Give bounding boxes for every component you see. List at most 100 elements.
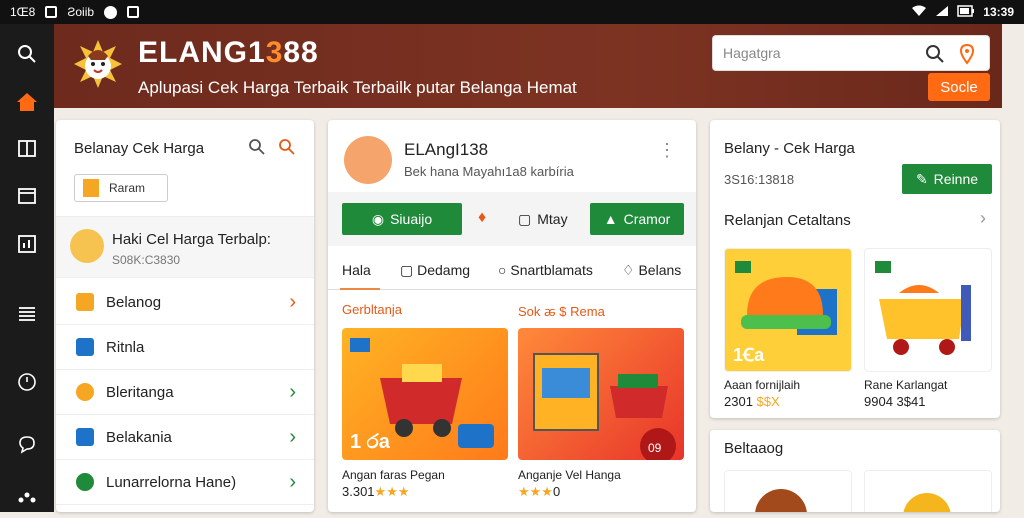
tab-hala[interactable]: Hala <box>340 262 380 290</box>
nav-rail <box>0 24 54 512</box>
tab-dedamg[interactable]: ▢ Dedamg <box>400 262 470 279</box>
chart-icon[interactable] <box>0 224 54 264</box>
reinne-button[interactable]: ✎ Reinne <box>902 164 992 194</box>
more-dots-icon[interactable] <box>0 478 54 518</box>
avatar <box>70 229 104 263</box>
left-panel-title: Belanay Cek Harga <box>74 140 205 157</box>
menu-item-bleritanga[interactable]: Bleritanga › <box>56 370 314 415</box>
card-title: Angan faras Pegan <box>342 468 445 482</box>
product-card[interactable] <box>724 470 852 512</box>
compare-button[interactable]: ▲ Cramor <box>590 203 684 235</box>
menu-label: Lunarrelorna Hane) <box>106 473 237 491</box>
profile-row[interactable]: Haki Cel Harga Terbalp: S08K:C3830 <box>56 216 314 278</box>
product-name: Aaan fornijlaih <box>724 378 801 392</box>
avatar <box>344 136 392 184</box>
product-card[interactable] <box>864 248 992 372</box>
tab-bar: Hala ▢ Dedamg ○ Snartblamats ♢ Belans <box>328 252 696 290</box>
kebab-menu-icon[interactable]: ⋮ <box>658 140 676 161</box>
product-badge: 1Ꞓa <box>733 345 765 365</box>
bottom-right-panel: Beltaaog <box>710 430 1000 512</box>
location-pin-icon[interactable] <box>955 42 979 66</box>
filter-chip[interactable]: Raram <box>74 174 168 202</box>
price-suffix: 3$41 <box>896 394 926 409</box>
wifi-icon <box>911 5 927 20</box>
tab-snartblamats[interactable]: ○ Snartblamats <box>498 262 593 278</box>
square-icon: ▢ <box>400 262 418 278</box>
shop-icon <box>76 293 94 311</box>
clock-icon[interactable] <box>0 362 54 402</box>
chevron-right-icon[interactable]: › <box>980 208 986 229</box>
chat-icon[interactable] <box>0 424 54 464</box>
menu-label: Belakania <box>106 428 172 446</box>
profile-sub: S08K:C3830 <box>112 253 181 267</box>
tab-belans[interactable]: ♢ Belans <box>622 262 681 279</box>
leaf-icon <box>76 473 94 491</box>
product-image[interactable]: 09 <box>518 328 684 460</box>
right-panel-code: 3S16:13818 <box>724 172 795 187</box>
rating-suffix: 0 <box>552 484 561 499</box>
product-image[interactable]: 1 රa <box>342 328 508 460</box>
product-card[interactable] <box>864 470 992 512</box>
rating-stars: ★★★ <box>518 484 553 499</box>
product-price: 2301 $$X <box>724 394 780 409</box>
window-icon[interactable] <box>0 176 54 216</box>
status-left-text: 1Œ8 <box>10 5 36 19</box>
tab-label: Belans <box>638 262 682 278</box>
action-bar: ◉ Siuaijo ♦ ▢ Mtay ▲ Cramor <box>328 192 696 246</box>
menu-label: Belanog <box>106 293 162 311</box>
flame-icon[interactable]: ♦ <box>478 209 486 227</box>
search-icon[interactable] <box>248 138 266 161</box>
coin-icon <box>76 383 94 401</box>
battery-icon <box>957 4 975 20</box>
profile-name: Haki Cel Harga Terbalp: <box>112 231 271 248</box>
primary-action-label: Siuaijo <box>390 211 433 227</box>
price-suffix: $$X <box>756 394 780 409</box>
bottom-panel-title: Beltaaog <box>724 440 784 457</box>
search-input[interactable]: Hagatgra <box>712 35 990 71</box>
tagline: Aplupasi Cek Harga Terbaik Terbailk puta… <box>138 78 577 97</box>
section-title: Relanjan Cetaltans <box>724 212 851 229</box>
price-value: 9904 <box>864 394 893 409</box>
menu-item-belanog[interactable]: Belanog › <box>56 280 314 325</box>
product-card[interactable]: 1Ꞓa <box>724 248 852 372</box>
secondary-action-button[interactable]: ▢ Mtay <box>518 203 568 235</box>
tag-icon: ✎ <box>915 170 928 187</box>
status-bar: 1Œ8 Ƨoiib 13:39 <box>0 0 1024 24</box>
list-icon[interactable] <box>0 294 54 334</box>
search-placeholder: Hagatgra <box>723 45 781 61</box>
right-panel-title: Belany - Cek Harga <box>724 140 855 157</box>
reinne-label: Reinne <box>933 171 979 187</box>
card-price: 3.301★★★ <box>342 484 410 500</box>
product-name: Rane Karlangat <box>864 378 948 392</box>
chevron-right-icon: › <box>289 380 296 403</box>
menu-label: Ritnla <box>106 338 145 356</box>
folder-icon <box>76 428 94 446</box>
orange-search-icon[interactable] <box>278 138 296 161</box>
tag-icon: ♢ <box>622 262 639 278</box>
search-icon[interactable] <box>0 34 54 74</box>
right-panel: Belany - Cek Harga 3S16:13818 ✎ Reinne R… <box>710 120 1000 418</box>
search-button[interactable]: Socle <box>928 73 990 101</box>
book-icon[interactable] <box>0 128 54 168</box>
price-value: 2301 <box>724 394 753 409</box>
home-icon[interactable] <box>0 82 54 122</box>
section-label-right: Sok ꬱ $ Rema <box>518 304 605 319</box>
rating-stars: ★★★ <box>374 484 410 499</box>
center-name: ELAngI138 <box>404 140 489 159</box>
product-price: 9904 3$41 <box>864 394 925 409</box>
chip-label: Raram <box>109 181 146 195</box>
search-icon[interactable] <box>923 42 947 66</box>
image-icon <box>127 6 140 18</box>
menu-item-belakania[interactable]: Belakania › <box>56 415 314 460</box>
signal-icon <box>935 5 949 20</box>
card-badge: 1 රa <box>350 431 391 453</box>
price-value: 3.301 <box>342 484 375 499</box>
secondary-action-label: Mtay <box>537 211 568 227</box>
menu-item-ritnla[interactable]: Ritnla <box>56 325 314 370</box>
eye-icon: ◉ <box>371 210 385 227</box>
chevron-right-icon: › <box>289 290 296 313</box>
notification-icon <box>45 6 58 18</box>
menu-item-lunarrelorna[interactable]: Lunarrelorna Hane) › <box>56 460 314 505</box>
primary-action-button[interactable]: ◉ Siuaijo <box>342 203 462 235</box>
record-icon <box>104 5 118 19</box>
